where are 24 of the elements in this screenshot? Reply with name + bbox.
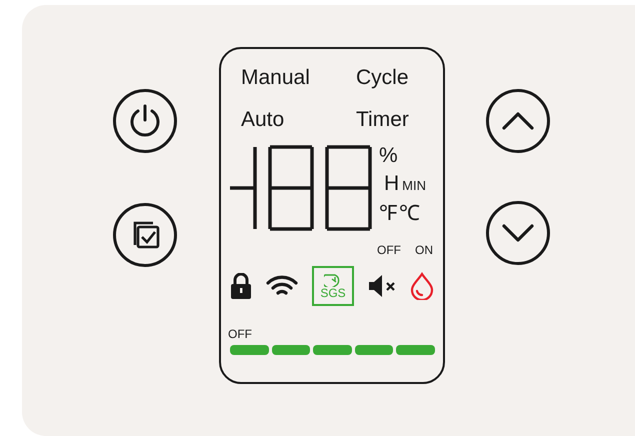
down-button[interactable] — [486, 201, 550, 265]
percent-unit: % — [379, 143, 398, 169]
up-button[interactable] — [486, 89, 550, 153]
mode-label: Auto — [241, 107, 284, 133]
chevron-up-icon — [502, 112, 534, 130]
water-drop-icon — [410, 272, 434, 300]
hour-unit: H — [384, 171, 400, 197]
fahrenheit-unit: ℉ — [379, 201, 397, 227]
wifi-icon — [266, 275, 298, 297]
power-button[interactable] — [113, 89, 177, 153]
power-icon — [129, 104, 161, 138]
chevron-down-icon — [502, 224, 534, 242]
lock-icon — [230, 273, 252, 299]
muted-speaker-icon — [368, 274, 396, 298]
fan-label: OFF — [228, 327, 252, 341]
minute-unit: MIN — [402, 177, 426, 195]
status-label: OFF — [377, 243, 401, 257]
select-button[interactable] — [113, 203, 177, 267]
sgs-label: SGS — [320, 286, 346, 300]
mode-label: Timer — [356, 107, 409, 133]
mode-label: Cycle — [356, 65, 409, 91]
status-label: ON — [415, 243, 433, 257]
celsius-unit: ℃ — [399, 201, 420, 227]
mode-label: Manual — [241, 65, 310, 91]
